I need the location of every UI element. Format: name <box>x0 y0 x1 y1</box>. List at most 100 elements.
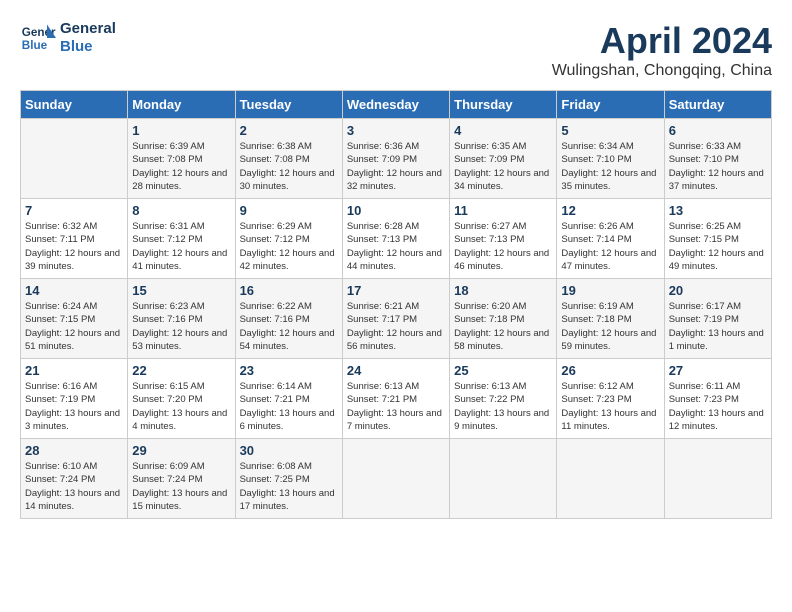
day-header-saturday: Saturday <box>664 91 771 119</box>
day-header-friday: Friday <box>557 91 664 119</box>
calendar-week-row: 7Sunrise: 6:32 AMSunset: 7:11 PMDaylight… <box>21 199 772 279</box>
day-number: 4 <box>454 123 552 138</box>
calendar-day-2: 2 Sunrise: 6:38 AMSunset: 7:08 PMDaylight… <box>235 119 342 199</box>
calendar-day-empty <box>450 439 557 519</box>
day-info: Sunrise: 6:10 AMSunset: 7:24 PMDaylight:… <box>25 460 123 513</box>
calendar-day-10: 10 Sunrise: 6:28 AMSunset: 7:13 PMDayligh… <box>342 199 449 279</box>
day-number: 30 <box>240 443 338 458</box>
calendar-day-11: 11 Sunrise: 6:27 AMSunset: 7:13 PMDayligh… <box>450 199 557 279</box>
day-number: 15 <box>132 283 230 298</box>
calendar-week-row: 28 Sunrise: 6:10 AMSunset: 7:24 PMDayligh… <box>21 439 772 519</box>
day-number: 8 <box>132 203 230 218</box>
svg-text:Blue: Blue <box>22 39 48 52</box>
day-number: 11 <box>454 203 552 218</box>
page-header: General Blue General Blue April 2024 Wul… <box>20 20 772 80</box>
day-number: 20 <box>669 283 767 298</box>
day-info: Sunrise: 6:25 AMSunset: 7:15 PMDaylight:… <box>669 220 767 273</box>
calendar-day-5: 5 Sunrise: 6:34 AMSunset: 7:10 PMDaylight… <box>557 119 664 199</box>
day-number: 6 <box>669 123 767 138</box>
day-number: 24 <box>347 363 445 378</box>
calendar-day-30: 30 Sunrise: 6:08 AMSunset: 7:25 PMDayligh… <box>235 439 342 519</box>
day-number: 17 <box>347 283 445 298</box>
calendar-week-row: 21Sunrise: 6:16 AMSunset: 7:19 PMDayligh… <box>21 359 772 439</box>
calendar-day-26: 26 Sunrise: 6:12 AMSunset: 7:23 PMDayligh… <box>557 359 664 439</box>
month-title: April 2024 <box>552 20 772 62</box>
calendar-day-19: 19Sunrise: 6:19 AMSunset: 7:18 PMDayligh… <box>557 279 664 359</box>
day-info: Sunrise: 6:38 AMSunset: 7:08 PMDaylight:… <box>240 140 338 193</box>
day-header-wednesday: Wednesday <box>342 91 449 119</box>
day-number: 13 <box>669 203 767 218</box>
day-number: 28 <box>25 443 123 458</box>
day-number: 18 <box>454 283 552 298</box>
day-info: Sunrise: 6:34 AMSunset: 7:10 PMDaylight:… <box>561 140 659 193</box>
day-info: Sunrise: 6:17 AMSunset: 7:19 PMDaylight:… <box>669 300 767 353</box>
day-info: Sunrise: 6:27 AMSunset: 7:13 PMDaylight:… <box>454 220 552 273</box>
calendar-day-6: 6Sunrise: 6:33 AMSunset: 7:10 PMDaylight… <box>664 119 771 199</box>
day-info: Sunrise: 6:22 AMSunset: 7:16 PMDaylight:… <box>240 300 338 353</box>
day-number: 27 <box>669 363 767 378</box>
calendar-day-8: 8Sunrise: 6:31 AMSunset: 7:12 PMDaylight… <box>128 199 235 279</box>
day-number: 2 <box>240 123 338 138</box>
calendar-day-empty <box>664 439 771 519</box>
logo-subtext: Blue <box>60 38 116 56</box>
calendar-day-22: 22 Sunrise: 6:15 AMSunset: 7:20 PMDayligh… <box>128 359 235 439</box>
day-info: Sunrise: 6:08 AMSunset: 7:25 PMDaylight:… <box>240 460 338 513</box>
day-info: Sunrise: 6:23 AMSunset: 7:16 PMDaylight:… <box>132 300 230 353</box>
day-number: 14 <box>25 283 123 298</box>
day-number: 26 <box>561 363 659 378</box>
day-info: Sunrise: 6:19 AMSunset: 7:18 PMDaylight:… <box>561 300 659 353</box>
calendar-day-12: 12Sunrise: 6:26 AMSunset: 7:14 PMDayligh… <box>557 199 664 279</box>
calendar-day-27: 27 Sunrise: 6:11 AMSunset: 7:23 PMDayligh… <box>664 359 771 439</box>
calendar-day-23: 23 Sunrise: 6:14 AMSunset: 7:21 PMDayligh… <box>235 359 342 439</box>
day-info: Sunrise: 6:13 AMSunset: 7:22 PMDaylight:… <box>454 380 552 433</box>
day-info: Sunrise: 6:29 AMSunset: 7:12 PMDaylight:… <box>240 220 338 273</box>
calendar-day-28: 28 Sunrise: 6:10 AMSunset: 7:24 PMDayligh… <box>21 439 128 519</box>
calendar-day-15: 15 Sunrise: 6:23 AMSunset: 7:16 PMDayligh… <box>128 279 235 359</box>
calendar-day-17: 17 Sunrise: 6:21 AMSunset: 7:17 PMDayligh… <box>342 279 449 359</box>
calendar-week-row: 14Sunrise: 6:24 AMSunset: 7:15 PMDayligh… <box>21 279 772 359</box>
day-header-tuesday: Tuesday <box>235 91 342 119</box>
calendar-day-24: 24 Sunrise: 6:13 AMSunset: 7:21 PMDayligh… <box>342 359 449 439</box>
calendar-day-25: 25 Sunrise: 6:13 AMSunset: 7:22 PMDayligh… <box>450 359 557 439</box>
day-info: Sunrise: 6:20 AMSunset: 7:18 PMDaylight:… <box>454 300 552 353</box>
calendar-day-empty <box>21 119 128 199</box>
day-info: Sunrise: 6:13 AMSunset: 7:21 PMDaylight:… <box>347 380 445 433</box>
calendar-day-4: 4 Sunrise: 6:35 AMSunset: 7:09 PMDaylight… <box>450 119 557 199</box>
calendar-day-empty <box>342 439 449 519</box>
calendar-day-14: 14Sunrise: 6:24 AMSunset: 7:15 PMDayligh… <box>21 279 128 359</box>
day-number: 22 <box>132 363 230 378</box>
day-number: 21 <box>25 363 123 378</box>
day-info: Sunrise: 6:12 AMSunset: 7:23 PMDaylight:… <box>561 380 659 433</box>
day-info: Sunrise: 6:11 AMSunset: 7:23 PMDaylight:… <box>669 380 767 433</box>
calendar-day-empty <box>557 439 664 519</box>
day-number: 7 <box>25 203 123 218</box>
calendar-day-29: 29 Sunrise: 6:09 AMSunset: 7:24 PMDayligh… <box>128 439 235 519</box>
calendar-week-row: 1Sunrise: 6:39 AMSunset: 7:08 PMDaylight… <box>21 119 772 199</box>
day-number: 29 <box>132 443 230 458</box>
day-number: 10 <box>347 203 445 218</box>
calendar-day-3: 3Sunrise: 6:36 AMSunset: 7:09 PMDaylight… <box>342 119 449 199</box>
day-number: 5 <box>561 123 659 138</box>
day-number: 1 <box>132 123 230 138</box>
calendar-day-1: 1Sunrise: 6:39 AMSunset: 7:08 PMDaylight… <box>128 119 235 199</box>
day-number: 25 <box>454 363 552 378</box>
day-info: Sunrise: 6:35 AMSunset: 7:09 PMDaylight:… <box>454 140 552 193</box>
calendar-table: SundayMondayTuesdayWednesdayThursdayFrid… <box>20 90 772 519</box>
logo-text: General <box>60 20 116 38</box>
day-header-monday: Monday <box>128 91 235 119</box>
calendar-day-7: 7Sunrise: 6:32 AMSunset: 7:11 PMDaylight… <box>21 199 128 279</box>
day-info: Sunrise: 6:28 AMSunset: 7:13 PMDaylight:… <box>347 220 445 273</box>
day-number: 23 <box>240 363 338 378</box>
day-number: 3 <box>347 123 445 138</box>
day-header-thursday: Thursday <box>450 91 557 119</box>
calendar-day-21: 21Sunrise: 6:16 AMSunset: 7:19 PMDayligh… <box>21 359 128 439</box>
calendar-day-9: 9Sunrise: 6:29 AMSunset: 7:12 PMDaylight… <box>235 199 342 279</box>
calendar-day-20: 20 Sunrise: 6:17 AMSunset: 7:19 PMDayligh… <box>664 279 771 359</box>
calendar-day-13: 13 Sunrise: 6:25 AMSunset: 7:15 PMDayligh… <box>664 199 771 279</box>
day-header-sunday: Sunday <box>21 91 128 119</box>
day-info: Sunrise: 6:15 AMSunset: 7:20 PMDaylight:… <box>132 380 230 433</box>
day-info: Sunrise: 6:21 AMSunset: 7:17 PMDaylight:… <box>347 300 445 353</box>
day-info: Sunrise: 6:09 AMSunset: 7:24 PMDaylight:… <box>132 460 230 513</box>
day-number: 16 <box>240 283 338 298</box>
day-info: Sunrise: 6:14 AMSunset: 7:21 PMDaylight:… <box>240 380 338 433</box>
